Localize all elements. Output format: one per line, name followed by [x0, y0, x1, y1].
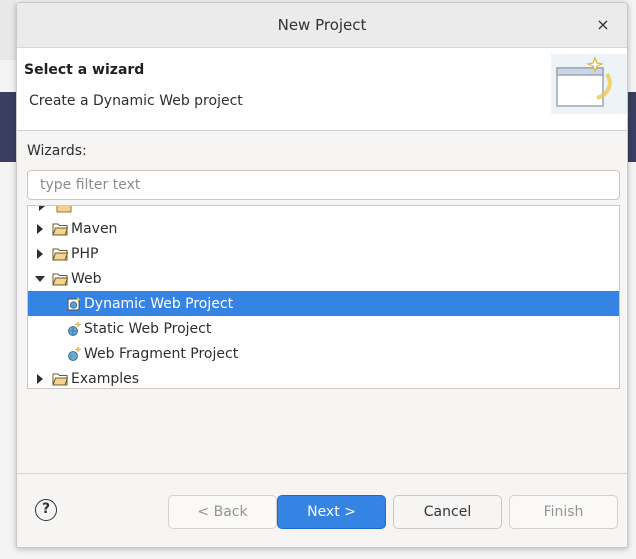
tree-label: Examples: [71, 370, 140, 387]
collapse-arrow-icon[interactable]: [34, 273, 46, 285]
tree-label: Web: [71, 270, 102, 287]
tree-row-web-fragment-project[interactable]: Web Fragment Project: [28, 341, 619, 366]
dialog-titlebar: New Project ×: [17, 3, 627, 48]
close-button[interactable]: ×: [593, 15, 613, 35]
dialog-title: New Project: [277, 16, 367, 34]
tree-label: Maven: [71, 220, 118, 237]
tree-row-web[interactable]: Web: [28, 266, 619, 291]
dynamic-web-project-icon: [67, 296, 81, 310]
open-folder-icon: [52, 273, 68, 285]
folder-icon: [52, 223, 68, 235]
banner-description: Create a Dynamic Web project: [29, 93, 243, 109]
back-button[interactable]: < Back: [168, 495, 277, 529]
tree-label: Dynamic Web Project: [84, 295, 234, 312]
tree-row-php[interactable]: PHP: [28, 241, 619, 266]
finish-button[interactable]: Finish: [509, 495, 618, 529]
expand-arrow-icon[interactable]: [34, 373, 46, 385]
cancel-button[interactable]: Cancel: [393, 495, 502, 529]
tree-label: Web Fragment Project: [84, 345, 239, 362]
tree-row-static-web-project[interactable]: Static Web Project: [28, 316, 619, 341]
background-toolbar: [0, 0, 16, 60]
web-fragment-project-icon: [68, 346, 82, 361]
banner-title: Select a wizard: [24, 62, 145, 78]
wizard-banner: Select a wizard Create a Dynamic Web pro…: [17, 48, 627, 131]
footer-separator: [17, 473, 627, 474]
expand-arrow-icon[interactable]: [34, 248, 46, 260]
expand-arrow-icon[interactable]: [34, 223, 46, 235]
expand-arrow-icon: [36, 206, 48, 212]
folder-icon: [52, 248, 68, 260]
wizards-label: Wizards:: [27, 143, 87, 159]
folder-icon: [56, 206, 72, 212]
help-button[interactable]: ?: [35, 499, 57, 521]
tree-label: PHP: [71, 245, 99, 262]
new-project-dialog: New Project × Select a wizard Create a D…: [16, 2, 628, 548]
wizard-filter-input[interactable]: [27, 170, 620, 200]
wizard-tree[interactable]: Maven PHP Web Dynamic Web Project Static…: [27, 205, 620, 389]
next-button[interactable]: Next >: [277, 495, 386, 529]
static-web-project-icon: [68, 321, 82, 336]
folder-icon: [52, 373, 68, 385]
wizard-window-sparkle-icon: [551, 54, 627, 114]
tree-row-maven[interactable]: Maven: [28, 216, 619, 241]
tree-row-examples[interactable]: Examples: [28, 366, 619, 388]
background-header-band: [0, 92, 16, 162]
tree-label: Static Web Project: [84, 320, 212, 337]
tree-row-dynamic-web-project[interactable]: Dynamic Web Project: [28, 291, 619, 316]
